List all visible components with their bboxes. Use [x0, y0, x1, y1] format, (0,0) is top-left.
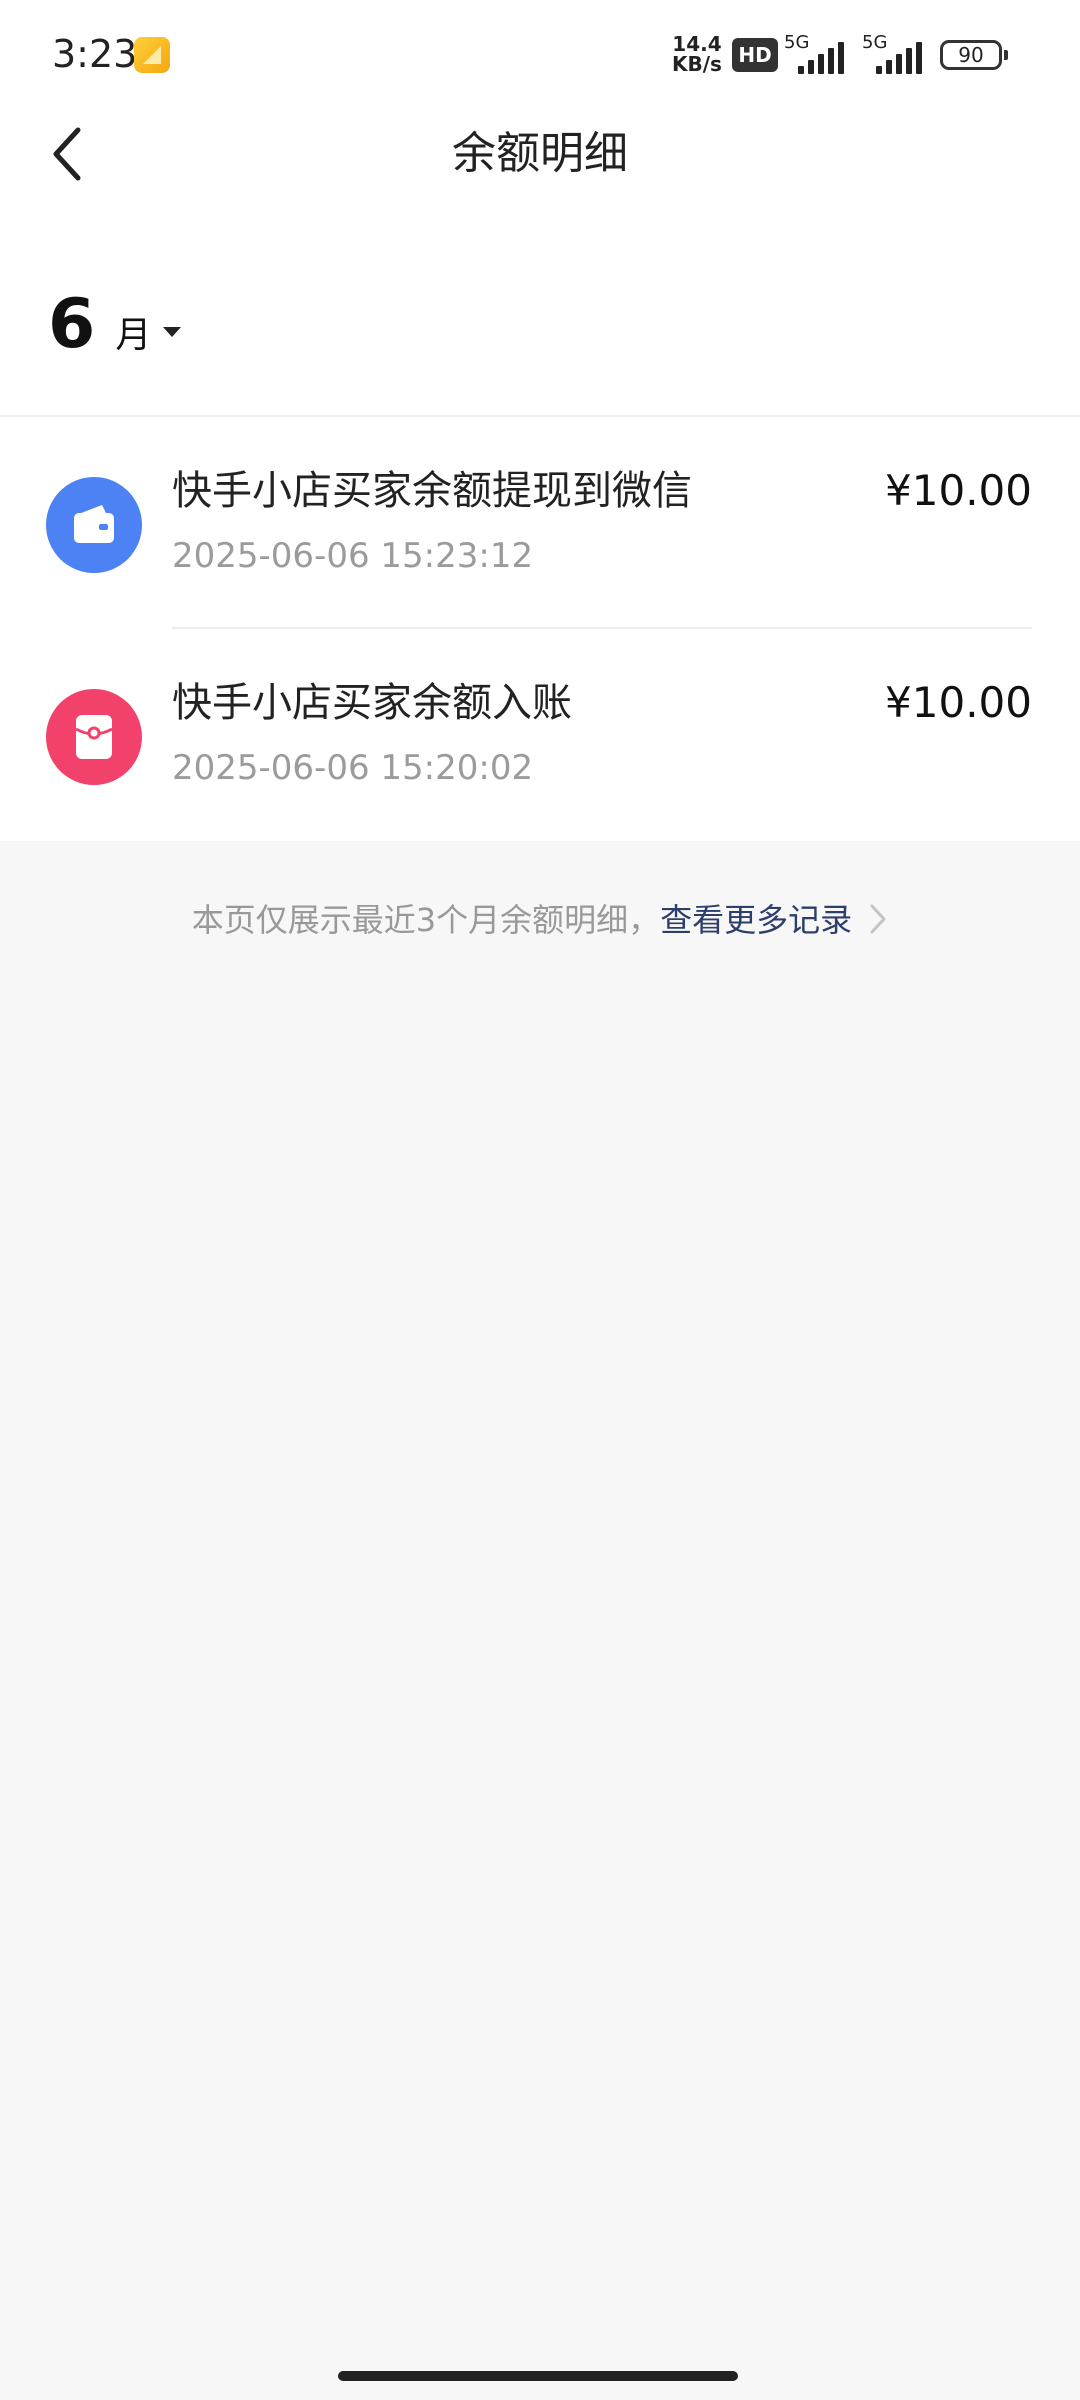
month-unit: 月: [115, 315, 152, 356]
transaction-amount: ¥10.00: [885, 466, 1032, 515]
wallet-icon: [46, 477, 142, 573]
network-speed-value: 14.4: [672, 32, 722, 56]
chevron-right-icon[interactable]: [868, 902, 888, 936]
transaction-title: 快手小店买家余额入账: [172, 680, 572, 726]
battery-icon: 90: [940, 40, 1008, 70]
transaction-row[interactable]: 快手小店买家余额入账 2025-06-06 15:20:02 ¥10.00: [0, 629, 1080, 841]
month-selector[interactable]: 6 月: [48, 280, 182, 370]
network-speed: 14.4 KB/s: [672, 34, 722, 74]
gallery-notification-icon: [134, 37, 170, 73]
transaction-time: 2025-06-06 15:23:12: [172, 536, 534, 576]
transaction-title: 快手小店买家余额提现到微信: [172, 468, 692, 514]
history-notice-text: 本页仅展示最近3个月余额明细，: [191, 901, 661, 939]
history-notice: 本页仅展示最近3个月余额明细，查看更多记录: [0, 895, 1080, 945]
transaction-amount: ¥10.00: [885, 678, 1032, 727]
transaction-row[interactable]: 快手小店买家余额提现到微信 2025-06-06 15:23:12 ¥10.00: [0, 417, 1080, 629]
month-number: 6: [48, 285, 96, 364]
red-packet-icon: [46, 689, 142, 785]
hd-voice-icon: HD: [732, 38, 778, 72]
transaction-time: 2025-06-06 15:20:02: [172, 748, 534, 788]
status-time: 3:23: [52, 32, 138, 76]
signal-sim2-icon: 5G: [862, 34, 926, 74]
transaction-list: 快手小店买家余额提现到微信 2025-06-06 15:23:12 ¥10.00…: [0, 417, 1080, 841]
page-title: 余额明细: [452, 128, 628, 179]
home-indicator[interactable]: [338, 2371, 738, 2381]
network-speed-unit: KB/s: [672, 52, 722, 76]
status-bar: 3:23 14.4 KB/s HD 5G 5G 90: [0, 0, 1080, 110]
header-area: 3:23 14.4 KB/s HD 5G 5G 90 余额明细 6 月: [0, 0, 1080, 415]
caret-down-icon: [163, 327, 182, 337]
signal-sim1-icon: 5G: [784, 34, 848, 74]
view-more-records-link[interactable]: 查看更多记录: [660, 901, 852, 939]
